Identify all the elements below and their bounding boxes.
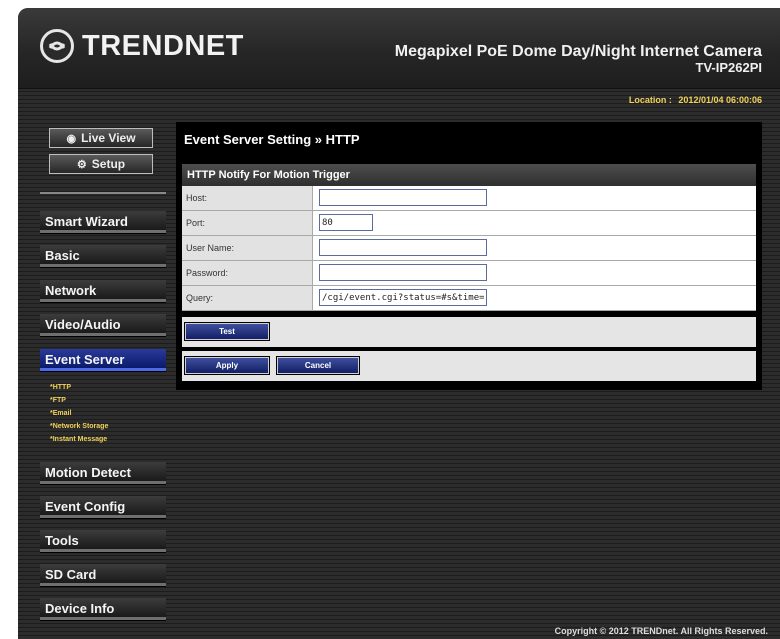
submenu-email[interactable]: *Email (50, 407, 108, 420)
user-name-input[interactable] (319, 239, 487, 256)
trendnet-logo-icon (40, 29, 74, 63)
password-input[interactable] (319, 264, 487, 281)
host-label: Host: (182, 186, 313, 210)
menu-video-audio[interactable]: Video/Audio (40, 314, 166, 336)
port-input[interactable] (319, 214, 373, 231)
page-title: Event Server Setting » HTTP (184, 132, 360, 147)
menu-device-info[interactable]: Device Info (40, 598, 166, 620)
location-value: 2012/01/04 06:00:06 (678, 95, 762, 105)
password-label: Password: (182, 261, 313, 285)
cancel-button[interactable]: Cancel (277, 357, 359, 374)
test-row: Test (182, 317, 756, 347)
query-label: Query: (182, 286, 313, 310)
user-name-row: User Name: (182, 236, 756, 261)
submenu-instant-message[interactable]: *Instant Message (50, 433, 108, 446)
menu-tools[interactable]: Tools (40, 530, 166, 552)
menu-basic[interactable]: Basic (40, 245, 166, 267)
apply-cancel-row: Apply Cancel (182, 351, 756, 381)
setup-button[interactable]: ⚙ Setup (49, 154, 153, 174)
live-view-button[interactable]: ◉ Live View (49, 128, 153, 148)
menu-event-server[interactable]: Event Server (40, 349, 166, 371)
view-mode-buttons: ◉ Live View ⚙ Setup (40, 124, 166, 194)
brand-name: TRENDNET (82, 29, 244, 62)
setup-label: Setup (91, 157, 126, 171)
apply-button[interactable]: Apply (185, 357, 269, 374)
menu-network[interactable]: Network (40, 280, 166, 302)
product-model: TV-IP262PI (695, 60, 762, 75)
menu-smart-wizard[interactable]: Smart Wizard (40, 211, 166, 233)
submenu-ftp[interactable]: *FTP (50, 394, 108, 407)
query-input[interactable] (319, 289, 487, 306)
section-title: HTTP Notify For Motion Trigger (182, 164, 756, 186)
query-row: Query: (182, 286, 756, 311)
event-server-submenu: *HTTP *FTP *Email *Network Storage *Inst… (50, 381, 108, 446)
trendnet-logo: TRENDNET (40, 29, 244, 63)
product-name: Megapixel PoE Dome Day/Night Internet Ca… (394, 43, 762, 60)
port-label: Port: (182, 211, 313, 235)
port-row: Port: (182, 211, 756, 236)
location-label: Location : (628, 95, 672, 105)
location-bar: Location : 2012/01/04 06:00:06 (178, 95, 762, 109)
live-view-label: Live View (81, 131, 136, 145)
submenu-network-storage[interactable]: *Network Storage (50, 420, 108, 433)
gear-icon: ⚙ (76, 158, 87, 171)
http-notify-form: Host: Port: User Name: Password: Query: (182, 186, 756, 311)
live-view-icon: ◉ (66, 132, 77, 145)
header: TRENDNET Megapixel PoE Dome Day/Night In… (18, 8, 780, 89)
user-name-label: User Name: (182, 236, 313, 260)
menu-sd-card[interactable]: SD Card (40, 564, 166, 586)
password-row: Password: (182, 261, 756, 286)
app-frame: TRENDNET Megapixel PoE Dome Day/Night In… (18, 8, 780, 639)
host-input[interactable] (319, 189, 487, 206)
copyright-footer: Copyright © 2012 TRENDnet. All Rights Re… (554, 626, 768, 636)
submenu-http[interactable]: *HTTP (50, 381, 108, 394)
host-row: Host: (182, 186, 756, 211)
menu-event-config[interactable]: Event Config (40, 496, 166, 518)
test-button[interactable]: Test (185, 323, 269, 340)
main-panel: Event Server Setting » HTTP HTTP Notify … (176, 122, 762, 390)
menu-motion-detect[interactable]: Motion Detect (40, 462, 166, 484)
